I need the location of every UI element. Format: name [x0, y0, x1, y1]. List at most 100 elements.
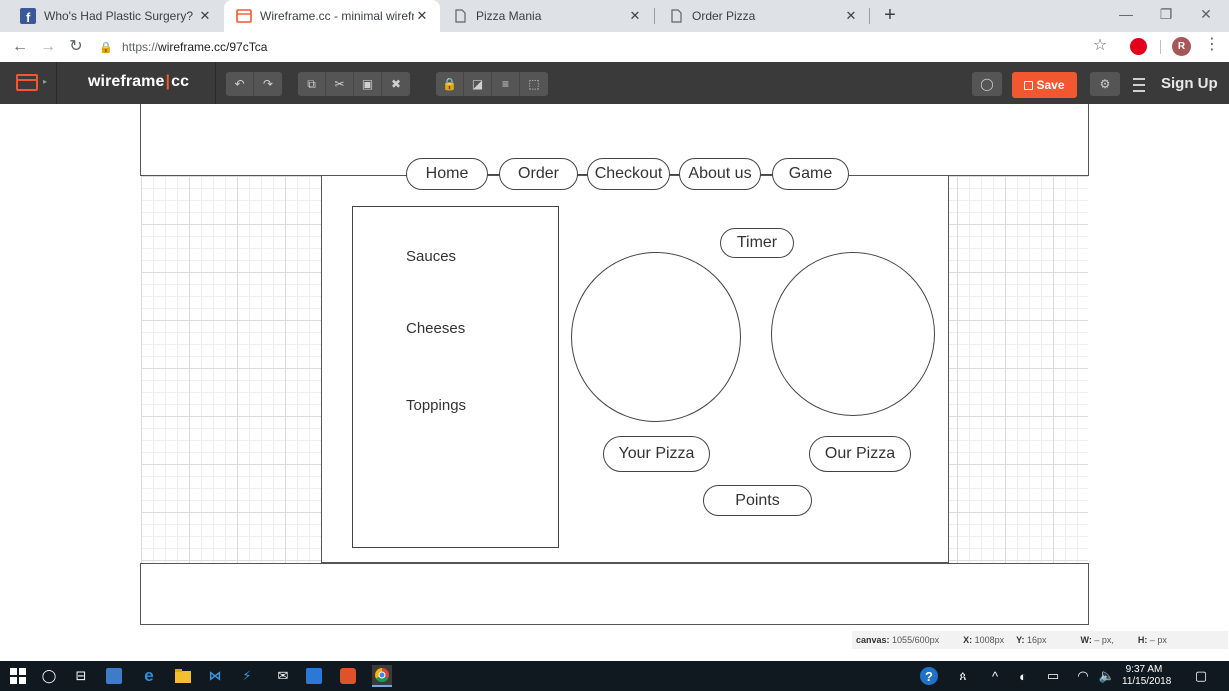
edge-browser-icon[interactable]: e: [140, 666, 158, 685]
browser-menu-icon[interactable]: ⋮: [1204, 34, 1220, 54]
file-explorer-icon[interactable]: [174, 667, 192, 685]
url-scheme: https://: [122, 40, 159, 54]
clipboard-group: ⧉ ✂ ▣ ✖: [298, 72, 410, 96]
wireframe-footer-box[interactable]: [140, 563, 1089, 625]
tab-plastic-surgery[interactable]: f Who's Had Plastic Surgery? (Kirb ✕: [8, 0, 223, 32]
clock-time: 9:37 AM: [1125, 664, 1163, 675]
comment-icon[interactable]: ◯: [972, 72, 1002, 96]
app-pinned-icon[interactable]: [106, 668, 122, 684]
our-pizza-circle[interactable]: [771, 252, 935, 416]
close-icon[interactable]: ✕: [197, 8, 213, 24]
our-pizza-pill[interactable]: Our Pizza: [809, 436, 911, 472]
reload-icon[interactable]: ↻: [64, 35, 88, 59]
points-pill[interactable]: Points: [703, 485, 812, 516]
save-disk-icon: [1024, 80, 1034, 90]
hamburger-menu-icon[interactable]: [1133, 74, 1147, 94]
caret-right-icon: ▸: [43, 77, 48, 86]
redo-icon[interactable]: ↷: [254, 72, 282, 96]
back-arrow-icon[interactable]: ←: [8, 35, 32, 59]
close-icon[interactable]: ✕: [843, 8, 859, 24]
settings-gear-icon[interactable]: ⚙: [1090, 72, 1120, 96]
mail-icon[interactable]: ✉: [274, 667, 292, 685]
app-menu-button[interactable]: ▸: [0, 62, 57, 104]
people-icon[interactable]: ጰ: [954, 667, 972, 685]
lock-icon: 🔒: [99, 41, 113, 54]
facebook-icon: f: [20, 8, 36, 24]
extension-icon[interactable]: [1130, 38, 1147, 55]
tab-wireframe[interactable]: Wireframe.cc - minimal wirefram ✕: [224, 0, 440, 32]
close-icon[interactable]: ✕: [627, 8, 643, 24]
address-bar[interactable]: 🔒 https://wireframe.cc/97cTca: [98, 35, 1108, 59]
task-view-icon[interactable]: ⊟: [72, 667, 90, 685]
brand-logo: wireframe|cc: [88, 73, 190, 90]
y-readout: Y: 16px: [1016, 635, 1047, 645]
wireframe-logo-icon: [16, 74, 38, 91]
windows-taskbar: ◯ ⊟ e ⋈ ⚡ ✉ ? ጰ ^ ◐ ▭ ◠ 🔈 9:37 AM 11/15/…: [0, 661, 1229, 691]
save-label: Save: [1036, 78, 1065, 92]
sidebar-item-sauces[interactable]: Sauces: [406, 248, 456, 265]
tab-separator: [869, 8, 870, 24]
profile-avatar[interactable]: R: [1172, 37, 1191, 56]
sidebar-item-toppings[interactable]: Toppings: [406, 397, 466, 414]
height-readout: H: – px: [1137, 635, 1167, 645]
forward-arrow-icon[interactable]: →: [36, 35, 60, 59]
save-button[interactable]: Save: [1012, 72, 1077, 98]
layer-order-icon[interactable]: ◪: [464, 72, 492, 96]
your-pizza-circle[interactable]: [571, 252, 741, 422]
align-icon[interactable]: ≡: [492, 72, 520, 96]
tab-title: Who's Had Plastic Surgery? (Kirb: [44, 9, 197, 23]
delete-icon[interactable]: ✖: [382, 72, 410, 96]
nav-checkout-pill[interactable]: Checkout: [587, 158, 670, 190]
x-readout: X: 1008px: [963, 635, 1005, 645]
browser-toolbar: ← → ↻ 🔒 https://wireframe.cc/97cTca: [0, 32, 1229, 62]
store-icon[interactable]: [306, 668, 322, 684]
canvas-status-bar: canvas: 1055/600px X: 1008px Y: 16px W: …: [0, 631, 1229, 661]
nav-about-pill[interactable]: About us: [679, 158, 761, 190]
browser-tab-strip: f Who's Had Plastic Surgery? (Kirb ✕ Wir…: [0, 0, 1229, 32]
tab-order-pizza[interactable]: Order Pizza ✕: [656, 0, 869, 32]
battery-icon[interactable]: ▭: [1044, 667, 1062, 685]
sign-up-link[interactable]: Sign Up: [1161, 75, 1218, 92]
nav-game-pill[interactable]: Game: [772, 158, 849, 190]
undo-icon[interactable]: ↶: [226, 72, 254, 96]
orange-app-icon[interactable]: [340, 668, 356, 684]
cut-icon[interactable]: ✂: [326, 72, 354, 96]
tray-chevron-up-icon[interactable]: ^: [986, 667, 1004, 685]
copy-icon[interactable]: ⧉: [298, 72, 326, 96]
wireframe-icon: [236, 8, 252, 24]
tray-app-icon[interactable]: ◐: [1014, 667, 1032, 685]
nav-order-pill[interactable]: Order: [499, 158, 578, 190]
window-close-icon[interactable]: ✕: [1183, 0, 1229, 32]
nav-home-pill[interactable]: Home: [406, 158, 488, 190]
arrange-group: 🔒 ◪ ≡ ⬚: [436, 72, 548, 96]
your-pizza-pill[interactable]: Your Pizza: [603, 436, 710, 472]
clock[interactable]: 9:37 AM 11/15/2018: [1122, 664, 1171, 688]
tab-pizza-mania[interactable]: Pizza Mania ✕: [440, 0, 653, 32]
flash-icon[interactable]: ⚡: [238, 667, 256, 685]
toolbar-divider: [1160, 40, 1161, 54]
action-center-icon[interactable]: ▢: [1192, 667, 1210, 685]
status-panel: canvas: 1055/600px X: 1008px Y: 16px W: …: [852, 631, 1228, 649]
tab-separator: [654, 8, 655, 24]
close-icon[interactable]: ✕: [414, 8, 430, 24]
svg-text:f: f: [26, 10, 31, 24]
page-icon: [668, 8, 684, 24]
bookmark-star-icon[interactable]: ☆: [1090, 35, 1110, 55]
paste-icon[interactable]: ▣: [354, 72, 382, 96]
chrome-icon[interactable]: [372, 665, 392, 687]
url-text: wireframe.cc/97cTca: [158, 40, 268, 54]
sidebar-item-cheeses[interactable]: Cheeses: [406, 320, 465, 337]
windows-start-icon[interactable]: [9, 667, 27, 685]
search-icon[interactable]: ◯: [40, 667, 58, 685]
lock-element-icon[interactable]: 🔒: [436, 72, 464, 96]
new-tab-button[interactable]: +: [878, 4, 902, 28]
volume-icon[interactable]: 🔈: [1098, 667, 1116, 685]
wifi-icon[interactable]: ◠: [1074, 667, 1092, 685]
page-icon: [452, 8, 468, 24]
width-readout: W: – px,: [1080, 635, 1114, 645]
vscode-icon[interactable]: ⋈: [206, 667, 224, 685]
group-icon[interactable]: ⬚: [520, 72, 548, 96]
timer-pill[interactable]: Timer: [720, 228, 794, 258]
canvas-size-readout: canvas: 1055/600px: [856, 635, 940, 645]
help-icon[interactable]: ?: [920, 667, 938, 685]
